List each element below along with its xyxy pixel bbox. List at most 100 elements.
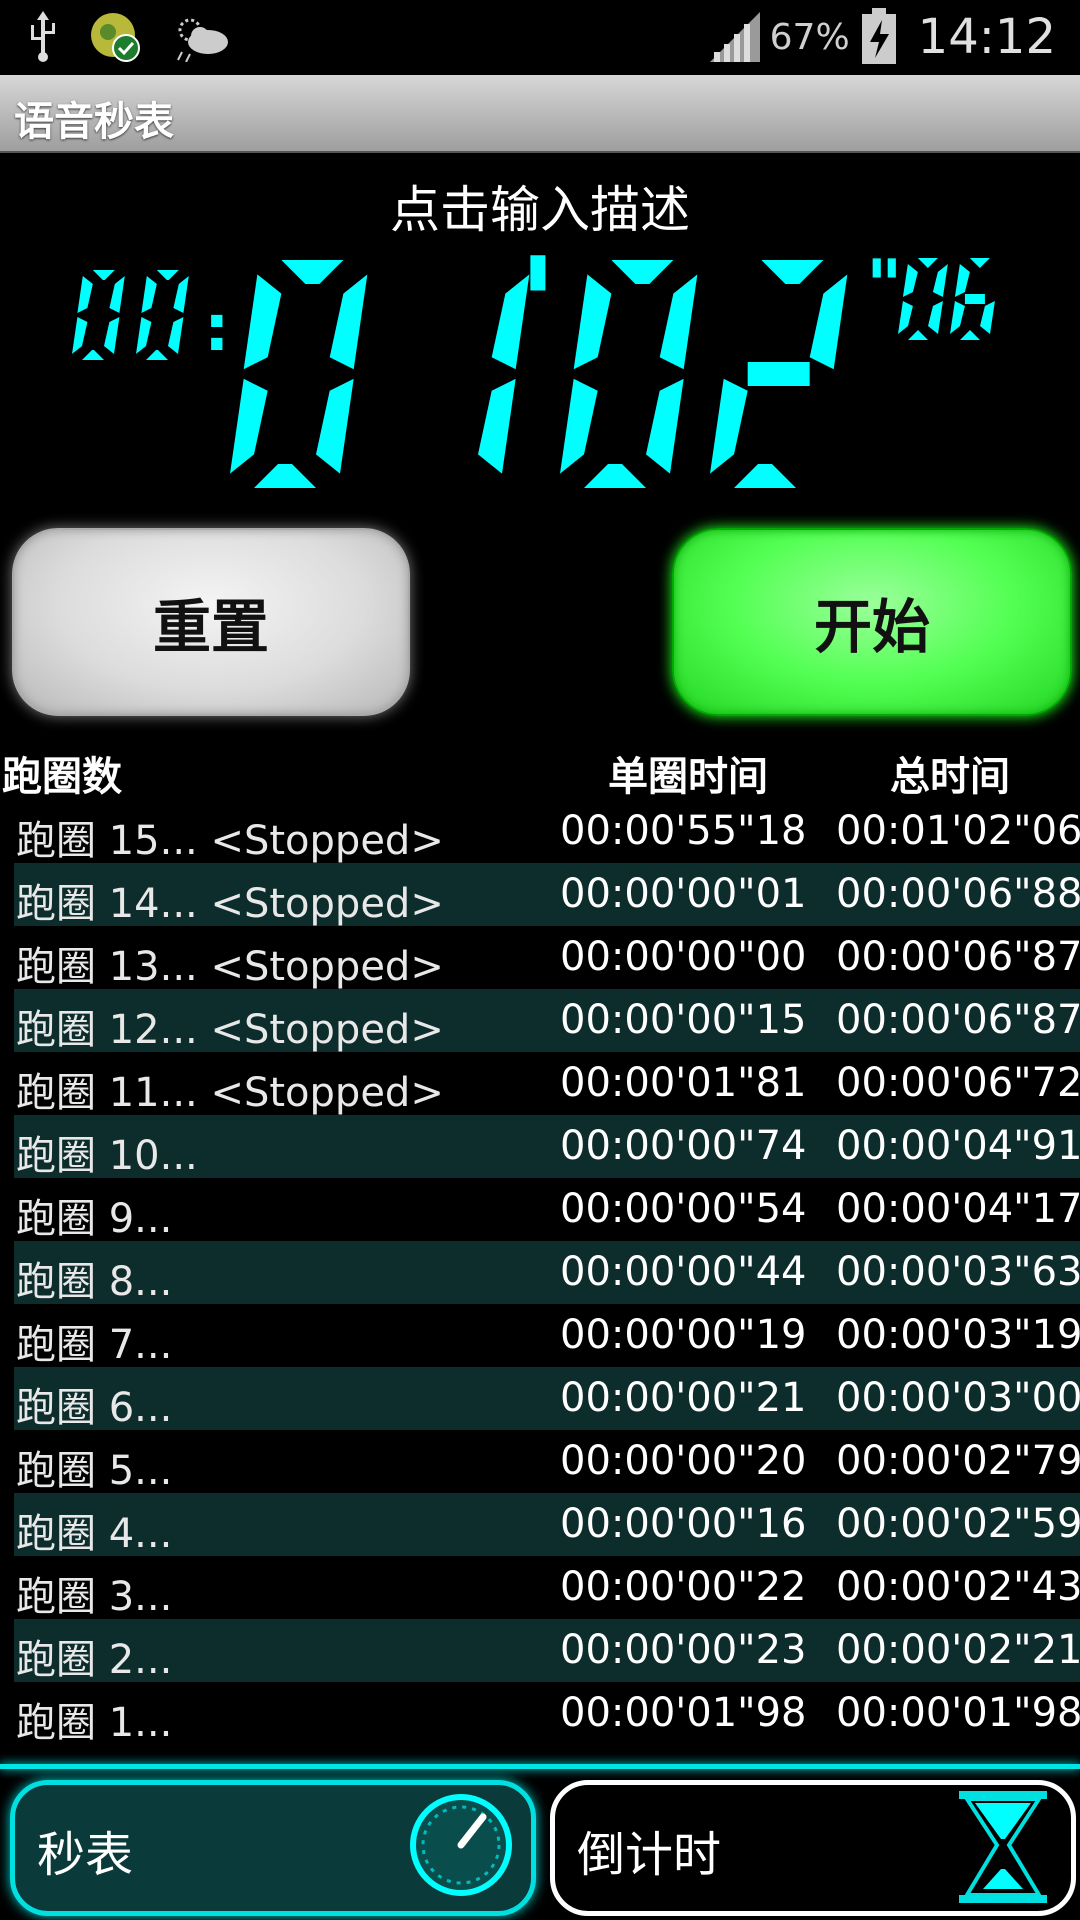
seconds-digit-segment bbox=[734, 464, 796, 488]
lap-total: 00:00'01"98 bbox=[836, 1690, 1080, 1736]
lap-split: 00:00'00"15 bbox=[560, 997, 807, 1043]
usb-icon bbox=[31, 11, 55, 62]
seconds-digit-segment bbox=[573, 274, 612, 370]
lap-label: 跑圈 10... bbox=[16, 1133, 198, 1179]
seconds-digit-segment bbox=[584, 464, 646, 488]
lap-row[interactable]: 跑圈 12... <Stopped> 00:00'00"15 00:00'06"87 bbox=[14, 989, 1080, 1053]
tab-countdown[interactable]: 倒计时 bbox=[550, 1780, 1076, 1916]
lap-label: 跑圈 11... <Stopped> bbox=[16, 1070, 444, 1116]
lap-split: 00:00'00"54 bbox=[560, 1186, 807, 1232]
hours-digit-segment bbox=[168, 317, 184, 354]
minutes-digit-segment bbox=[478, 378, 516, 474]
lap-row[interactable]: 跑圈 9... 00:00'00"54 00:00'04"17 bbox=[14, 1178, 1080, 1242]
status-time: 14:12 bbox=[917, 9, 1056, 65]
lap-split: 00:00'55"18 bbox=[560, 808, 807, 854]
lap-row[interactable]: 跑圈 10... 00:00'00"74 00:00'04"91 bbox=[14, 1115, 1080, 1179]
lap-row[interactable]: 跑圈 1... 00:00'01"98 00:00'01"98 bbox=[14, 1682, 1080, 1746]
hours-digit-segment bbox=[92, 270, 115, 280]
lap-total: 00:00'03"00 bbox=[836, 1375, 1080, 1421]
hours-digit-segment bbox=[141, 276, 157, 313]
lap-row[interactable]: 跑圈 13... <Stopped> 00:00'00"00 00:00'06"87 bbox=[14, 926, 1080, 990]
lap-row[interactable]: 跑圈 8... 00:00'00"44 00:00'03"63 bbox=[14, 1241, 1080, 1305]
lap-row[interactable]: 跑圈 3... 00:00'00"22 00:00'02"43 bbox=[14, 1556, 1080, 1620]
lap-total: 00:00'03"63 bbox=[836, 1249, 1080, 1295]
notification-app-icon bbox=[91, 13, 140, 62]
reset-button[interactable]: 重置 bbox=[12, 528, 410, 716]
hundredths-digit-segment bbox=[960, 330, 980, 340]
lap-label: 跑圈 9... bbox=[16, 1196, 173, 1242]
lap-label: 跑圈 3... bbox=[16, 1574, 173, 1620]
lap-split: 00:00'00"44 bbox=[560, 1249, 807, 1295]
lap-total: 00:00'06"87 bbox=[836, 934, 1080, 980]
tab-stopwatch-label: 秒表 bbox=[37, 1827, 134, 1883]
seconds-digit-segment bbox=[761, 260, 824, 284]
lap-split: 00:00'00"19 bbox=[560, 1312, 807, 1358]
stopwatch-icon bbox=[410, 1794, 512, 1896]
lap-split: 00:00'00"74 bbox=[560, 1123, 807, 1169]
weather-icon bbox=[177, 18, 228, 62]
bottom-divider bbox=[0, 1764, 1080, 1769]
lap-split: 00:00'01"98 bbox=[560, 1690, 807, 1736]
lap-label: 跑圈 4... bbox=[16, 1511, 173, 1557]
tab-countdown-label: 倒计时 bbox=[577, 1827, 722, 1883]
lap-split: 00:00'00"21 bbox=[560, 1375, 807, 1421]
lap-split: 00:00'00"16 bbox=[560, 1501, 807, 1547]
lap-total: 00:00'02"79 bbox=[836, 1438, 1080, 1484]
seconds-digit-segment bbox=[747, 362, 810, 386]
battery-percent: 67% bbox=[769, 16, 850, 58]
lap-row[interactable]: 跑圈 5... 00:00'00"20 00:00'02"79 bbox=[14, 1430, 1080, 1494]
hundredths-digit-segment bbox=[917, 258, 938, 268]
start-button[interactable]: 开始 bbox=[672, 528, 1072, 716]
lap-row[interactable]: 跑圈 11... <Stopped> 00:00'01"81 00:00'06"72 bbox=[14, 1052, 1080, 1116]
lap-list[interactable]: 跑圈 15... <Stopped> 00:00'55"18 00:01'02"06… bbox=[14, 800, 1080, 1746]
lap-total: 00:00'06"88 bbox=[836, 871, 1080, 917]
minutes-digit-segment bbox=[329, 274, 368, 370]
minutes-digit-segment bbox=[254, 464, 316, 488]
minutes-digit-segment bbox=[230, 378, 268, 474]
lap-total: 00:01'02"06 bbox=[836, 808, 1080, 854]
lap-label: 跑圈 1... bbox=[16, 1700, 173, 1746]
lap-split: 00:00'00"23 bbox=[560, 1627, 807, 1673]
lap-row[interactable]: 跑圈 15... <Stopped> 00:00'55"18 00:01'02"06 bbox=[14, 800, 1080, 864]
lap-label: 跑圈 5... bbox=[16, 1448, 173, 1494]
hours-digit-segment bbox=[173, 276, 189, 313]
header-lap: 跑圈数 bbox=[2, 754, 122, 800]
lap-row[interactable]: 跑圈 2... 00:00'00"23 00:00'02"21 bbox=[14, 1619, 1080, 1683]
lap-total: 00:00'04"91 bbox=[836, 1123, 1080, 1169]
seconds-separator: " bbox=[866, 245, 902, 327]
lap-label: 跑圈 6... bbox=[16, 1385, 173, 1431]
lap-row[interactable]: 跑圈 6... 00:00'00"21 00:00'03"00 bbox=[14, 1367, 1080, 1431]
lap-row[interactable]: 跑圈 4... 00:00'00"16 00:00'02"59 bbox=[14, 1493, 1080, 1557]
minutes-digit-segment bbox=[281, 260, 344, 284]
hundredths-digit-segment bbox=[950, 301, 965, 334]
hours-digit-segment bbox=[104, 317, 120, 354]
lap-total: 00:00'06"87 bbox=[836, 997, 1080, 1043]
lap-split: 00:00'00"01 bbox=[560, 871, 807, 917]
hours-digit-segment bbox=[72, 317, 88, 354]
timer-display: : ' " bbox=[72, 240, 995, 488]
lap-row[interactable]: 跑圈 14... <Stopped> 00:00'00"01 00:00'06"88 bbox=[14, 863, 1080, 927]
lap-row[interactable]: 跑圈 7... 00:00'00"19 00:00'03"19 bbox=[14, 1304, 1080, 1368]
seconds-digit-segment bbox=[560, 378, 598, 474]
lap-label: 跑圈 8... bbox=[16, 1259, 173, 1305]
lap-split: 00:00'01"81 bbox=[560, 1060, 807, 1106]
battery-charging-icon bbox=[861, 8, 896, 64]
tab-stopwatch[interactable]: 秒表 bbox=[10, 1780, 536, 1916]
status-bar: 67% 14:12 bbox=[0, 0, 1080, 75]
hourglass-icon bbox=[959, 1791, 1047, 1903]
hundredths-digit-segment bbox=[980, 301, 995, 334]
signal-icon bbox=[709, 12, 760, 62]
action-bar: 语音秒表 bbox=[0, 75, 1080, 153]
hundredths-digit-segment bbox=[932, 264, 948, 297]
lap-label: 跑圈 12... <Stopped> bbox=[16, 1007, 444, 1053]
minutes-digit-segment bbox=[316, 378, 354, 474]
hours-digit-segment bbox=[146, 350, 168, 360]
minutes-separator: ' bbox=[518, 240, 558, 381]
lap-label: 跑圈 2... bbox=[16, 1637, 173, 1683]
hundredths-digit-segment bbox=[964, 294, 985, 304]
lap-split: 00:00'00"22 bbox=[560, 1564, 807, 1610]
seconds-digit-segment bbox=[710, 378, 748, 474]
hours-digit-segment bbox=[156, 270, 179, 280]
lap-total: 00:00'06"72 bbox=[836, 1060, 1080, 1106]
description-prompt[interactable]: 点击输入描述 bbox=[0, 170, 1080, 242]
